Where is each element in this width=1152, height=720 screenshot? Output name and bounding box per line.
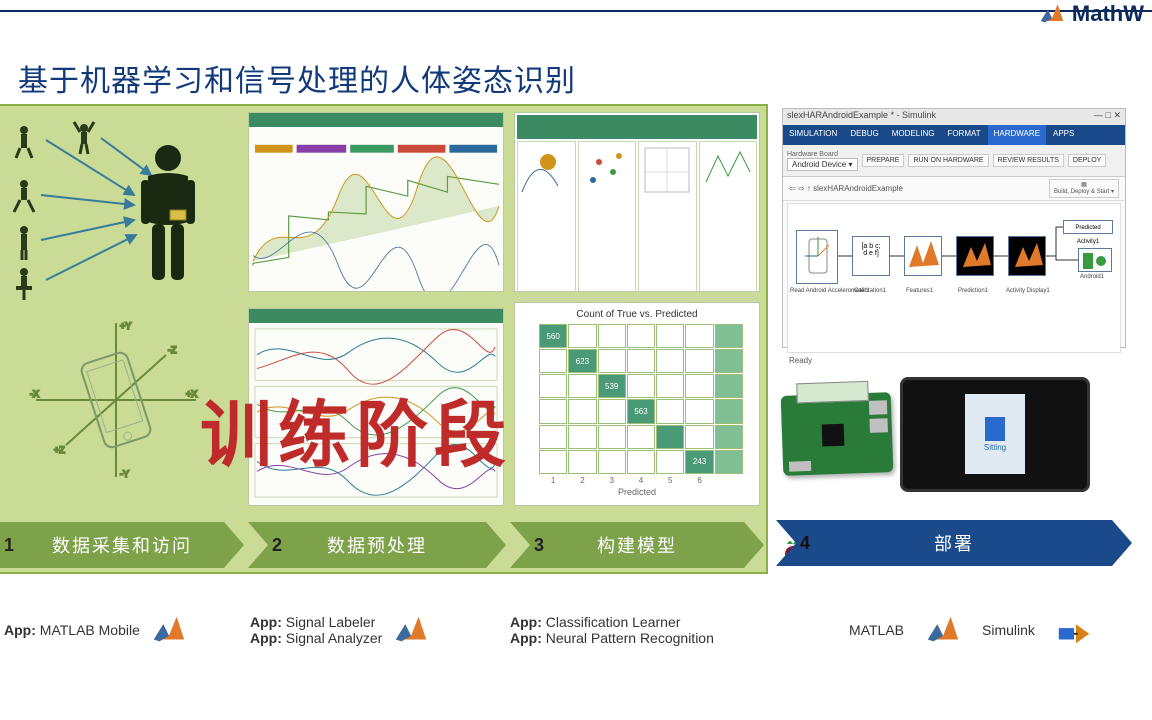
simulink-ribbon: SIMULATIONDEBUGMODELINGFORMATHARDWAREAPP… (783, 125, 1125, 145)
step-2: 2 数据预处理 (248, 522, 506, 568)
step-1: 1 数据采集和访问 (0, 522, 244, 568)
apps-col-1: App: MATLAB Mobile (0, 600, 250, 660)
matlab-icon (924, 611, 962, 649)
signal-labeler-window (248, 112, 504, 292)
workflow-stage: +Y -Y -X +X +Z -Z (0, 104, 1152, 574)
mathworks-logo-icon (1038, 0, 1066, 28)
brand-text: MathW (1072, 1, 1144, 27)
phone-axes-diagram: +Y -Y -X +X +Z -Z (26, 315, 206, 485)
simulink-toolstrip: Hardware Board Android Device ▾ PREPARE … (783, 145, 1125, 177)
confusion-grid: 560 623 539 563 243 (539, 324, 743, 474)
apps-col-4: MATLAB Simulink (790, 600, 1152, 660)
slide-title: 基于机器学习和信号处理的人体姿态识别 (18, 56, 576, 100)
simulink-canvas: Read Android Accelerometer1 [a b c;d e f… (787, 203, 1121, 353)
preprocessing-figures (248, 112, 504, 512)
window-controls: — □ ✕ (1094, 110, 1121, 124)
svg-text:+X: +X (186, 389, 197, 399)
simulink-window: slexHARAndroidExample * - Simulink— □ ✕ … (782, 108, 1126, 348)
phone-mockup: Sitting (900, 377, 1090, 492)
apps-col-3: App: Classification Learner App: Neural … (510, 600, 790, 660)
simulink-title: slexHARAndroidExample * - Simulink (787, 110, 936, 124)
svg-text:-Y: -Y (120, 469, 129, 479)
pictogram-svg (6, 120, 236, 305)
simulink-icon (1055, 611, 1093, 649)
brand: MathW (1038, 0, 1144, 28)
signal-analyzer-window (248, 308, 504, 506)
confusion-xlabel: Predicted (521, 487, 753, 497)
matlab-icon (392, 611, 430, 649)
deploy-images: Sitting (782, 354, 1126, 514)
confusion-title: Count of True vs. Predicted (521, 309, 753, 320)
svg-text:+Y: +Y (120, 321, 131, 331)
activity-pictograms (6, 120, 236, 300)
step-arrows: 1 数据采集和访问 2 数据预处理 3 构建模型 (0, 522, 766, 568)
svg-text:-Z: -Z (168, 345, 177, 355)
svg-text:-X: -X (30, 389, 39, 399)
deploy-panel: slexHARAndroidExample * - Simulink— □ ✕ … (776, 104, 1132, 574)
apps-col-2: App: Signal Labeler App: Signal Analyzer (250, 600, 510, 660)
training-panel: +Y -Y -X +X +Z -Z (0, 104, 768, 574)
build-deploy-button[interactable]: ▦Build, Deploy & Start ▾ (1049, 179, 1119, 198)
hardware-board-select[interactable]: Android Device ▾ (787, 158, 858, 171)
person-sitting-icon (985, 417, 1005, 441)
apps-row: App: MATLAB Mobile App: Signal Labeler A… (0, 600, 1152, 660)
modeling-figures: Count of True vs. Predicted 560 623 539 … (514, 112, 760, 512)
matlab-icon (150, 611, 188, 649)
acquisition-figures: +Y -Y -X +X +Z -Z (6, 120, 236, 500)
header-rule (0, 10, 1152, 12)
step-3: 3 构建模型 (510, 522, 764, 568)
confusion-matrix: Count of True vs. Predicted 560 623 539 … (514, 302, 760, 506)
step-4: 4 部署 (776, 520, 1132, 566)
svg-text:+Z: +Z (54, 445, 65, 455)
raspberry-pi-board (781, 392, 894, 476)
classification-learner-window (514, 112, 760, 292)
